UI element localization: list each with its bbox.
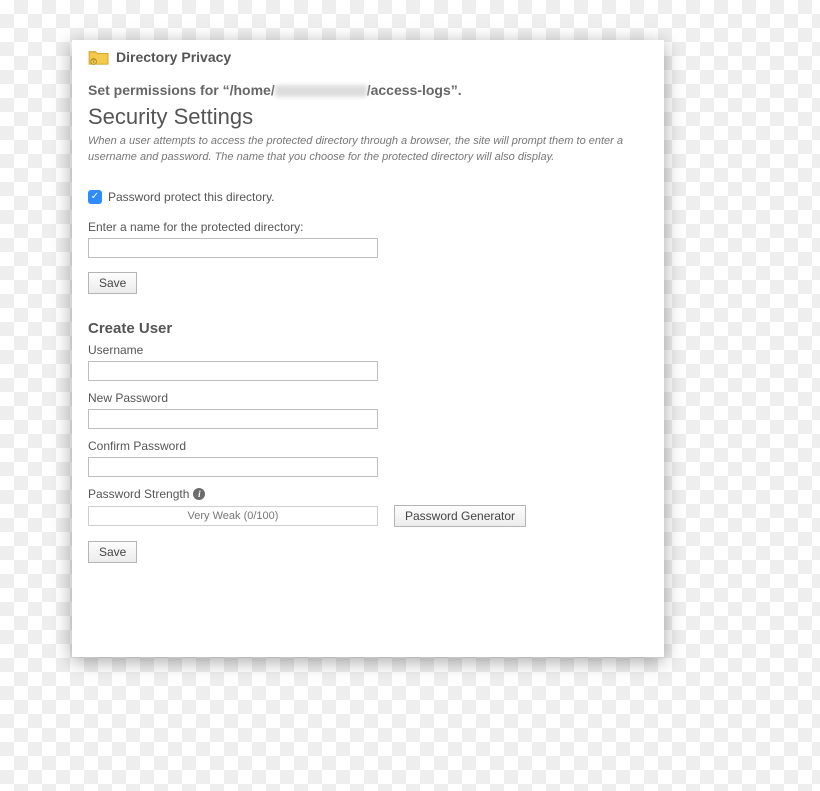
security-description: When a user attempts to access the prote… bbox=[88, 134, 648, 166]
save-button[interactable]: Save bbox=[88, 272, 137, 294]
permissions-suffix: /access-logs”. bbox=[367, 82, 462, 98]
password-generator-button[interactable]: Password Generator bbox=[394, 505, 526, 527]
panel-header: Directory Privacy bbox=[88, 48, 648, 66]
folder-lock-icon bbox=[88, 48, 110, 66]
new-password-input[interactable] bbox=[88, 409, 378, 429]
password-strength-label: Password Strength bbox=[88, 487, 189, 501]
panel-title: Directory Privacy bbox=[116, 49, 231, 65]
password-strength-row: Very Weak (0/100) Password Generator bbox=[88, 505, 648, 527]
confirm-password-input[interactable] bbox=[88, 457, 378, 477]
username-label: Username bbox=[88, 343, 648, 357]
new-password-label: New Password bbox=[88, 391, 648, 405]
redacted-path-segment bbox=[275, 85, 367, 97]
password-strength-meter: Very Weak (0/100) bbox=[88, 506, 378, 526]
directory-name-input[interactable] bbox=[88, 238, 378, 258]
permissions-heading: Set permissions for “/home/ /access-logs”… bbox=[88, 82, 648, 98]
info-icon[interactable]: i bbox=[193, 488, 205, 500]
create-user-save-button[interactable]: Save bbox=[88, 541, 137, 563]
create-user-heading: Create User bbox=[88, 320, 648, 337]
password-protect-label: Password protect this directory. bbox=[108, 190, 275, 204]
password-protect-row: ✓ Password protect this directory. bbox=[88, 190, 648, 204]
directory-name-label: Enter a name for the protected directory… bbox=[88, 220, 648, 234]
confirm-password-label: Confirm Password bbox=[88, 439, 648, 453]
password-strength-label-row: Password Strength i bbox=[88, 487, 648, 501]
directory-privacy-panel: Directory Privacy Set permissions for “/… bbox=[72, 40, 664, 657]
username-input[interactable] bbox=[88, 361, 378, 381]
security-settings-heading: Security Settings bbox=[88, 104, 648, 130]
permissions-prefix: Set permissions for “/home/ bbox=[88, 82, 275, 98]
password-protect-checkbox[interactable]: ✓ bbox=[88, 190, 102, 204]
